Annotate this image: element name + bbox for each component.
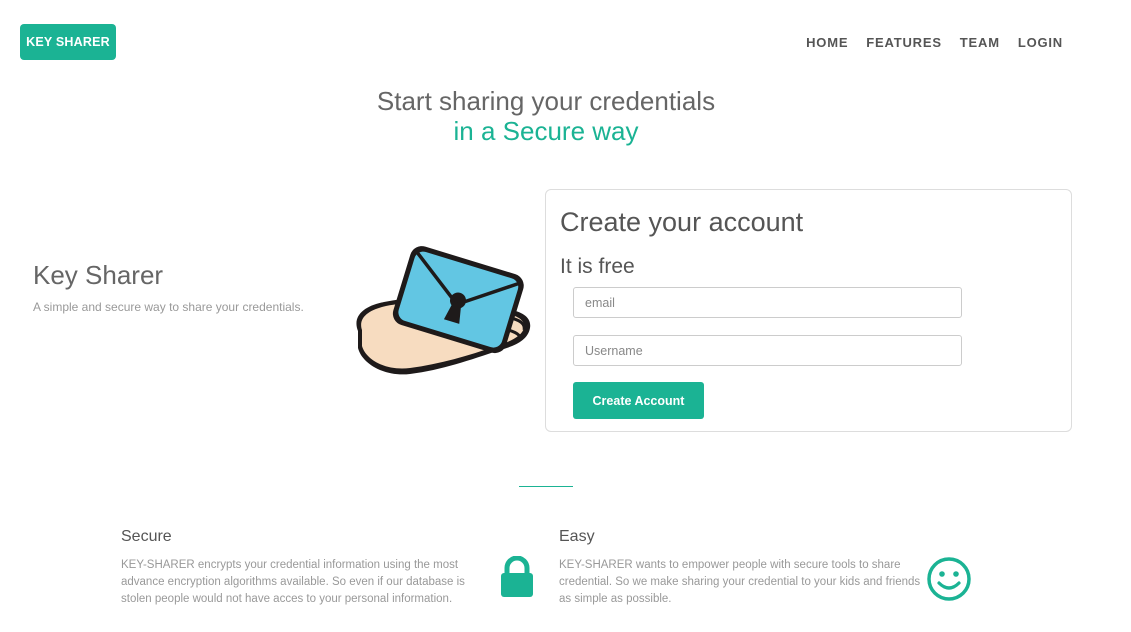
signup-subtitle: It is free bbox=[560, 255, 635, 278]
nav-login[interactable]: LOGIN bbox=[1018, 35, 1063, 50]
smile-icon bbox=[927, 557, 971, 601]
main-nav: HOME FEATURES TEAM LOGIN bbox=[788, 35, 1063, 50]
signup-title: Create your account bbox=[560, 207, 804, 237]
hero-heading: Start sharing your credentials in a Secu… bbox=[0, 86, 1092, 146]
username-field[interactable] bbox=[573, 335, 962, 366]
email-field[interactable] bbox=[573, 287, 962, 318]
hero-line-1: Start sharing your credentials bbox=[376, 86, 716, 116]
signup-card: Create your account It is free Create Ac… bbox=[545, 189, 1072, 432]
hand-holding-envelope-illustration bbox=[356, 246, 531, 375]
hero-line-2: in a Secure way bbox=[453, 116, 639, 146]
feature-easy: Easy KEY-SHARER wants to empower people … bbox=[559, 528, 929, 608]
nav-home[interactable]: HOME bbox=[806, 35, 848, 50]
intro-subtitle: A simple and secure way to share your cr… bbox=[33, 300, 304, 314]
section-divider bbox=[519, 486, 573, 487]
intro-title: Key Sharer bbox=[33, 260, 164, 290]
feature-text: KEY-SHARER encrypts your credential info… bbox=[121, 559, 465, 605]
feature-text: KEY-SHARER wants to empower people with … bbox=[559, 559, 921, 605]
create-account-button[interactable]: Create Account bbox=[573, 382, 704, 419]
feature-title: Easy bbox=[559, 528, 595, 545]
brand-logo-button[interactable]: KEY SHARER bbox=[20, 24, 116, 60]
lock-icon bbox=[501, 556, 533, 597]
feature-secure: Secure KEY-SHARER encrypts your credenti… bbox=[121, 528, 491, 608]
nav-team[interactable]: TEAM bbox=[960, 35, 1000, 50]
feature-title: Secure bbox=[121, 528, 172, 545]
nav-features[interactable]: FEATURES bbox=[866, 35, 942, 50]
